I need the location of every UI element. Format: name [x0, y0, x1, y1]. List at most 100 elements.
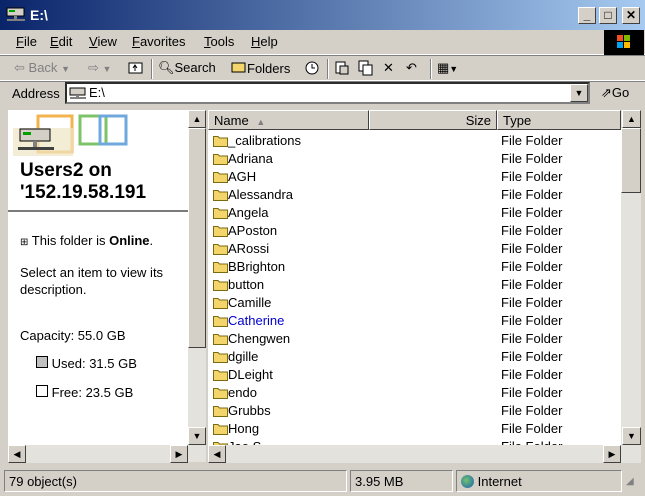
right-scroll-left-button[interactable]: ◀: [208, 445, 226, 463]
folder-icon: [213, 280, 228, 291]
title-bar[interactable]: E:\ _ □ ✕: [0, 0, 645, 30]
table-row[interactable]: BBrighton File Folder: [208, 258, 621, 276]
file-name: _calibrations: [228, 133, 301, 148]
undo-icon: ↶: [406, 60, 417, 75]
table-row[interactable]: dgille File Folder: [208, 348, 621, 366]
file-type: File Folder: [501, 385, 563, 400]
move-to-button[interactable]: [334, 60, 350, 79]
left-horizontal-scrollbar[interactable]: [8, 445, 188, 463]
menu-edit[interactable]: Edit: [50, 34, 72, 49]
views-button[interactable]: ▦▼: [437, 60, 458, 76]
folder-icon: [213, 316, 228, 327]
table-row[interactable]: _calibrations File Folder: [208, 132, 621, 150]
left-scroll-left-button[interactable]: ◀: [8, 445, 26, 463]
table-row[interactable]: AGH File Folder: [208, 168, 621, 186]
table-row[interactable]: Hong File Folder: [208, 420, 621, 438]
arrow-up-icon: ▲: [627, 114, 636, 124]
delete-button[interactable]: ✕: [383, 60, 394, 76]
address-dropdown-button[interactable]: ▼: [570, 84, 588, 102]
close-button[interactable]: ✕: [622, 7, 640, 24]
table-row[interactable]: Jae SFile Folder: [208, 438, 621, 445]
file-list[interactable]: _calibrations File Folder Adriana File Fold…: [208, 110, 621, 445]
back-arrow-icon: ⇦: [14, 60, 25, 75]
folders-icon: [231, 62, 246, 73]
right-scroll-up-button[interactable]: ▲: [622, 110, 641, 128]
undo-button[interactable]: ↶: [406, 60, 417, 76]
menu-help[interactable]: Help: [251, 34, 278, 49]
column-size-header[interactable]: Size: [369, 110, 497, 130]
file-type: File Folder: [501, 331, 563, 346]
table-row[interactable]: Chengwen File Folder: [208, 330, 621, 348]
windows-flag-icon: [617, 35, 630, 48]
left-scroll-thumb[interactable]: [188, 128, 206, 348]
table-row[interactable]: ARossi File Folder: [208, 240, 621, 258]
left-scroll-down-button[interactable]: ▼: [188, 427, 206, 445]
folder-icon: [213, 370, 228, 381]
right-horizontal-scrollbar[interactable]: [208, 445, 641, 463]
toolbar-separator: [430, 59, 432, 79]
maximize-icon: □: [604, 8, 612, 22]
folder-icon: [213, 262, 228, 273]
network-drive-icon: [69, 87, 86, 99]
menu-tools[interactable]: Tools: [204, 34, 234, 49]
left-scroll-right-button[interactable]: ▶: [170, 445, 188, 463]
forward-dropdown-icon: ▼: [102, 64, 112, 74]
table-row[interactable]: Angela File Folder: [208, 204, 621, 222]
menu-favorites[interactable]: Favorites: [132, 34, 185, 49]
table-row[interactable]: Camille File Folder: [208, 294, 621, 312]
capacity-text: Capacity: 55.0 GB: [20, 328, 126, 343]
arrow-left-icon: ◀: [13, 449, 21, 459]
menu-file[interactable]: File: [16, 34, 37, 49]
minimize-button[interactable]: _: [578, 7, 596, 24]
right-scroll-down-button[interactable]: ▼: [622, 427, 641, 445]
table-row[interactable]: Grubbs File Folder: [208, 402, 621, 420]
left-scroll-up-button[interactable]: ▲: [188, 110, 206, 128]
folder-icon: [213, 154, 228, 165]
go-button[interactable]: ⇗Go: [601, 85, 629, 101]
menu-view[interactable]: View: [89, 34, 117, 49]
table-row[interactable]: Catherine File Folder: [208, 312, 621, 330]
toolbar-separator: [151, 59, 153, 79]
forward-button[interactable]: ⇨ ▼: [88, 60, 111, 76]
online-status-icon: ⊞: [20, 237, 29, 248]
search-icon: 🔍︎: [158, 60, 175, 75]
file-type: File Folder: [501, 367, 563, 382]
table-row[interactable]: endo File Folder: [208, 384, 621, 402]
table-row[interactable]: APoston File Folder: [208, 222, 621, 240]
history-button[interactable]: [304, 60, 320, 79]
file-name: Angela: [228, 205, 269, 220]
table-row[interactable]: DLeight File Folder: [208, 366, 621, 384]
right-scroll-right-button[interactable]: ▶: [603, 445, 621, 463]
arrow-down-icon: ▼: [627, 431, 636, 441]
maximize-button[interactable]: □: [599, 7, 617, 24]
right-scroll-thumb[interactable]: [621, 128, 641, 193]
file-name: Adriana: [228, 151, 273, 166]
table-row[interactable]: Adriana File Folder: [208, 150, 621, 168]
folders-button[interactable]: Folders: [231, 60, 290, 76]
folder-title: Users2 on '152.19.58.191: [20, 160, 147, 203]
views-icon: ▦: [437, 60, 450, 75]
status-zone: Internet: [456, 470, 622, 492]
globe-icon: [461, 475, 474, 488]
address-input[interactable]: E:\: [65, 82, 590, 104]
address-value: E:\: [89, 85, 105, 100]
search-button[interactable]: 🔍︎Search: [158, 60, 216, 76]
column-name-header[interactable]: Name ▲: [208, 110, 369, 130]
file-name: APoston: [228, 223, 278, 238]
web-view-panel: Users2 on '152.19.58.191 ⊞ This folder i…: [8, 110, 188, 462]
file-type: File Folder: [501, 277, 563, 292]
file-name: ARossi: [228, 241, 270, 256]
history-icon: [305, 61, 319, 75]
table-row[interactable]: button File Folder: [208, 276, 621, 294]
column-type-header[interactable]: Type: [497, 110, 621, 130]
file-type: File Folder: [501, 313, 563, 328]
file-type: File Folder: [501, 349, 563, 364]
file-type: File Folder: [501, 421, 563, 436]
copy-to-button[interactable]: [358, 60, 374, 79]
file-type: File Folder: [501, 187, 563, 202]
arrow-up-icon: ▲: [192, 114, 202, 124]
resize-grip-icon[interactable]: ◢: [626, 476, 634, 487]
table-row[interactable]: Alessandra File Folder: [208, 186, 621, 204]
up-folder-button[interactable]: [128, 60, 144, 77]
back-button[interactable]: ⇦ Back ▼: [14, 60, 70, 76]
